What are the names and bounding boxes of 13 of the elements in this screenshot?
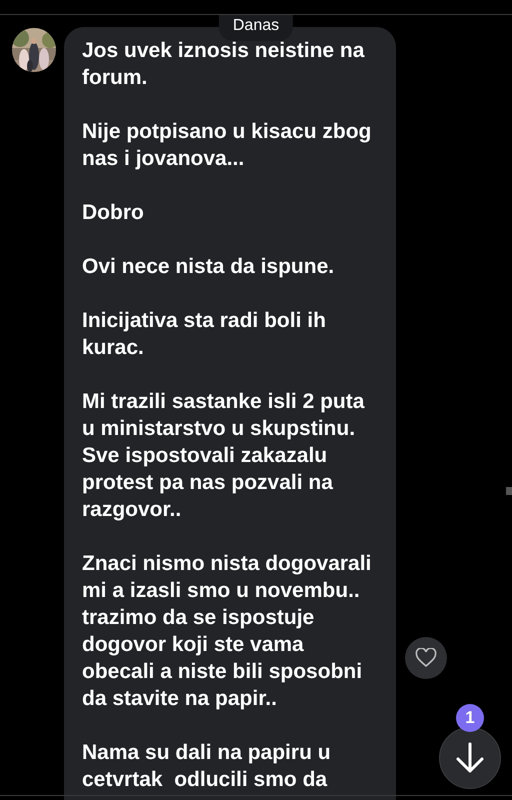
message-text: Dobro [82, 200, 145, 226]
scrollbar-thumb[interactable] [506, 487, 512, 495]
message-text: Nije potpisano u kisacu zbog nas i jovanova... [82, 119, 372, 172]
unread-badge: 1 [456, 704, 484, 732]
arrow-down-icon [455, 742, 485, 774]
message-text: Nama su dali na papiru u cetvrtak odlucili smo da [82, 740, 332, 793]
message-text: Inicijativa sta radi boli ih kurac. [82, 308, 327, 361]
message-text: Jos uvek iznosis neistine na forum. [82, 38, 366, 91]
message-text: Znaci nismo nista dogovarali mi a izasli smo u novembu.. trazimo da se ispostuje dogovor koji ste vama obecali a niste bili sposobni da stavite na papir.. [82, 551, 372, 712]
heart-icon [415, 648, 437, 668]
message-text: Ovi nece nista da ispune. [82, 254, 336, 280]
like-button[interactable] [405, 637, 447, 679]
message-text: Mi trazili sastanke isli 2 puta u ministarstvo u skupstinu. Sve ispostovali zakazalu protest pa nas pozvali na razgovor.. [82, 389, 366, 523]
